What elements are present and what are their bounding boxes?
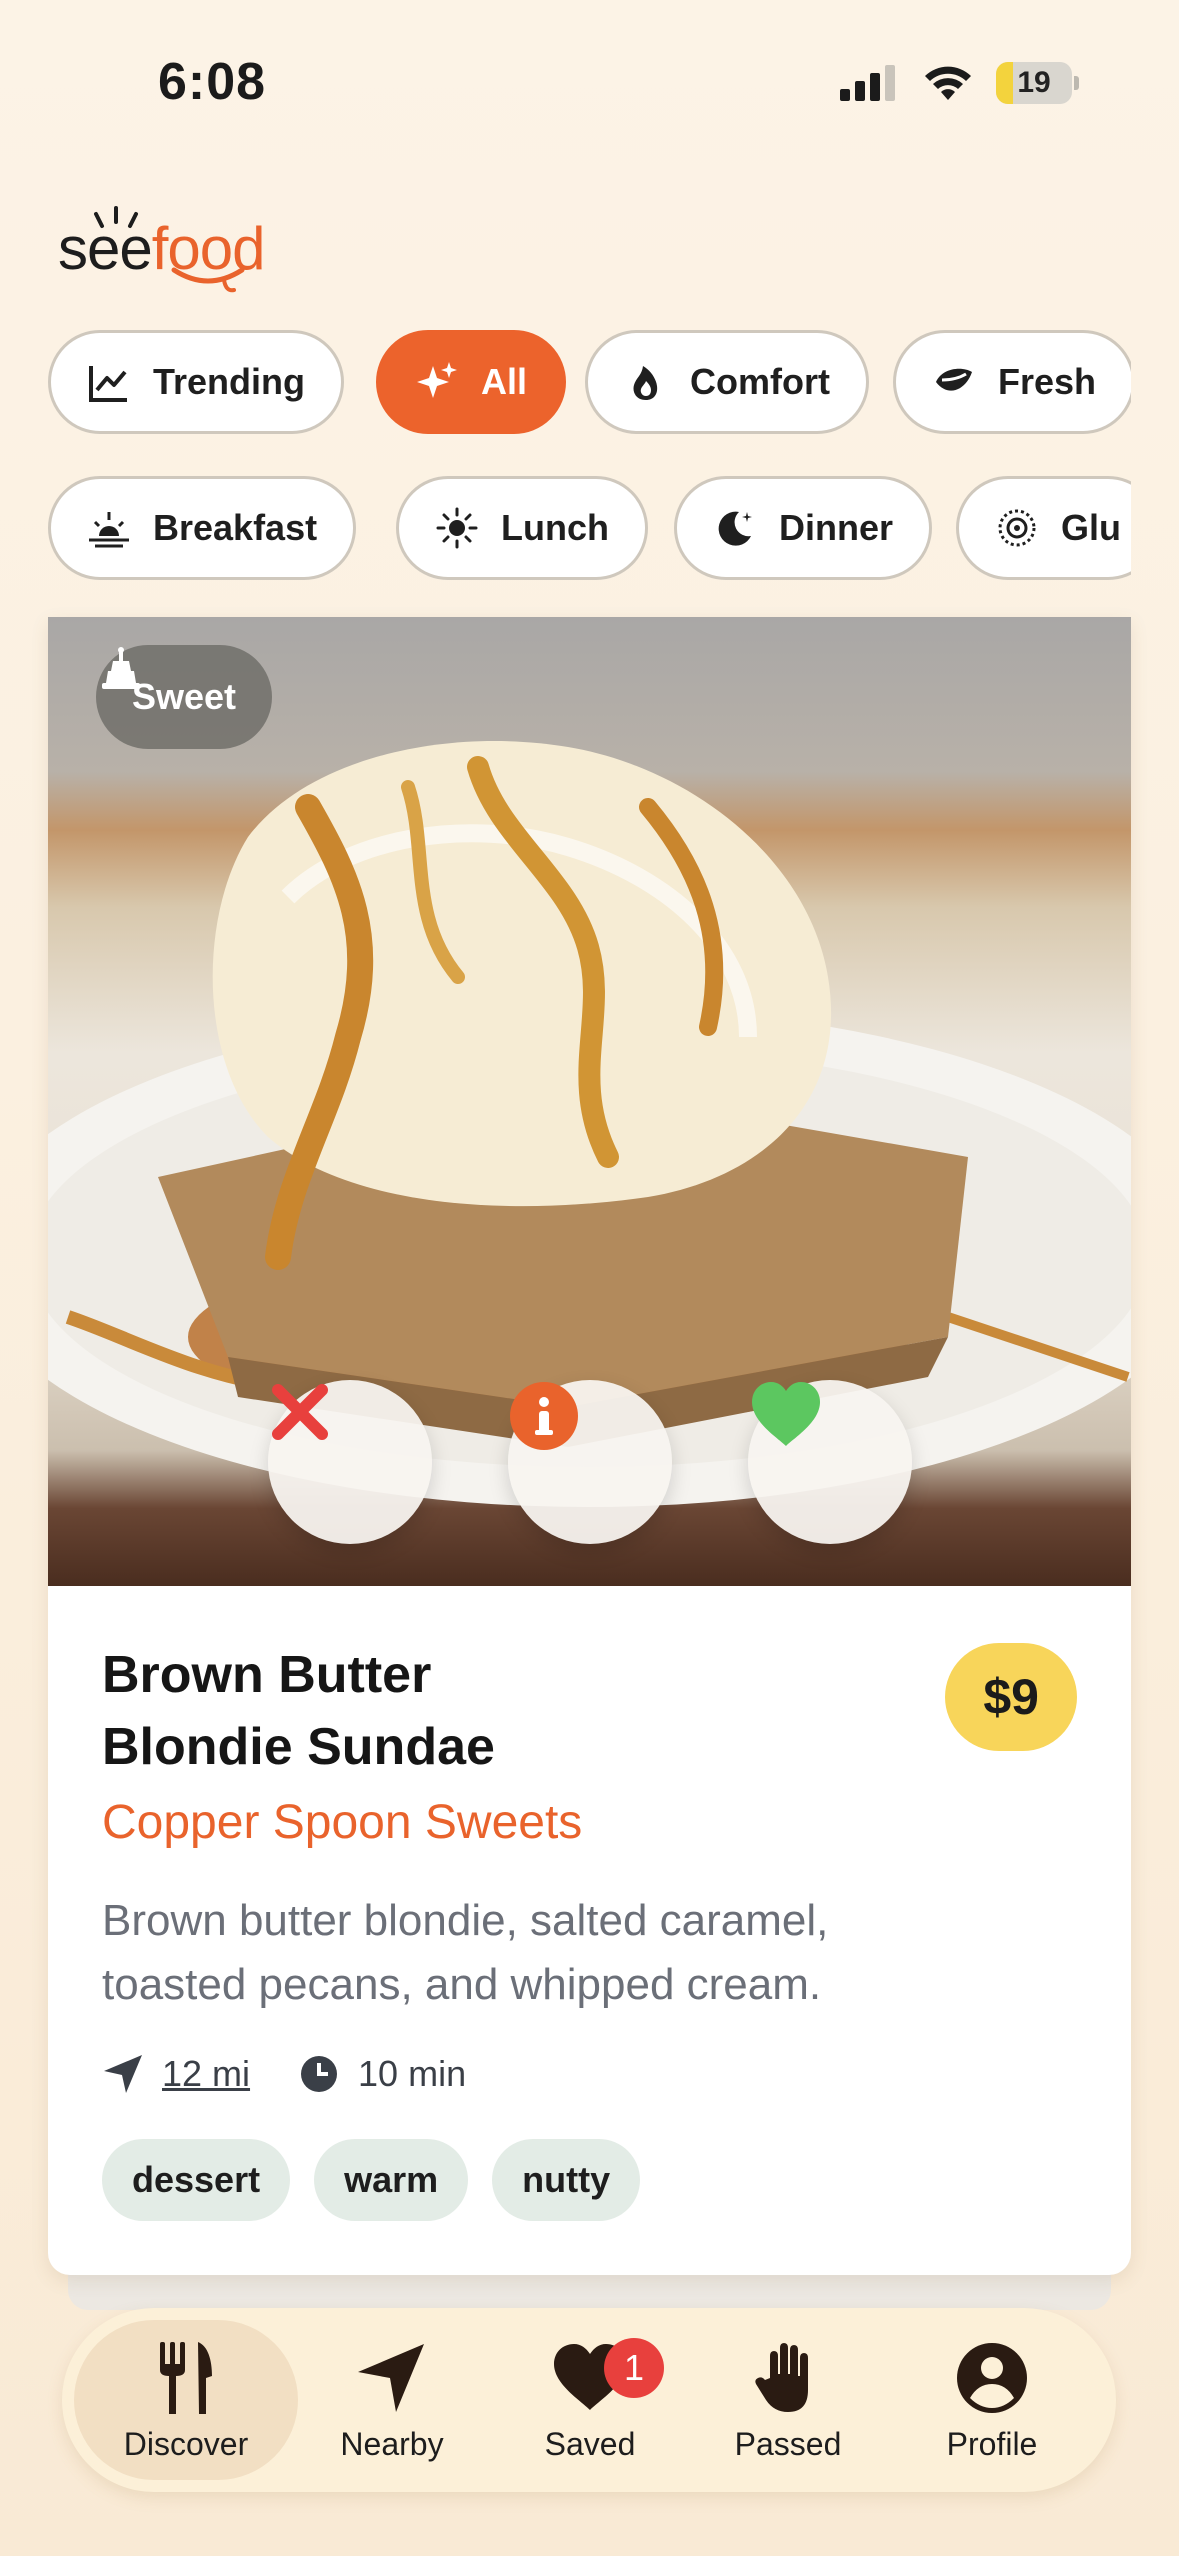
location-arrow-icon	[358, 2343, 424, 2412]
chip-comfort[interactable]: Comfort	[585, 330, 869, 434]
wifi-icon	[925, 66, 971, 100]
location-arrow-icon	[104, 2055, 142, 2093]
dish-tags: dessert warm nutty	[102, 2139, 641, 2221]
category-row-primary: Trending All Comfort Fresh	[0, 328, 1131, 438]
close-icon	[272, 1384, 328, 1440]
chip-label: Lunch	[501, 507, 609, 548]
moon-icon	[718, 511, 752, 546]
bottom-nav: Discover Nearby Saved 1 Passed Profile	[62, 2308, 1116, 2492]
battery-indicator: 19	[996, 62, 1072, 104]
chip-lunch[interactable]: Lunch	[396, 476, 648, 580]
gluten-icon	[998, 509, 1036, 547]
chip-fresh[interactable]: Fresh	[893, 330, 1131, 434]
fork-knife-icon	[160, 2341, 212, 2414]
saved-count-badge: 1	[604, 2338, 664, 2398]
status-bar: 6:08 19	[0, 0, 1179, 150]
tag-chip: warm	[314, 2139, 469, 2221]
tag-chip: nutty	[492, 2139, 641, 2221]
chip-trending[interactable]: Trending	[48, 330, 344, 434]
description-line2: toasted pecans, and whipped cream.	[102, 1960, 822, 2009]
category-badge: Sweet	[96, 645, 273, 749]
status-icons: 19	[840, 62, 1079, 104]
battery-level: 19	[1017, 66, 1051, 99]
tag-chip: dessert	[102, 2139, 291, 2221]
category-badge-label: Sweet	[132, 676, 237, 717]
nav-label: Passed	[734, 2425, 842, 2462]
nav-label: Profile	[946, 2425, 1038, 2462]
nav-discover[interactable]: Discover	[74, 2320, 298, 2480]
nav-label: Discover	[123, 2425, 249, 2462]
sun-icon	[436, 507, 478, 549]
price-badge: $9	[945, 1643, 1077, 1751]
chip-label: Glu	[1061, 507, 1121, 548]
nav-nearby[interactable]: Nearby	[280, 2320, 504, 2480]
leaf-icon	[936, 368, 972, 391]
dish-meta: 12 mi 10 min	[102, 2053, 466, 2095]
logo-see: see	[58, 215, 153, 282]
sparkles-icon	[417, 362, 457, 398]
info-icon	[510, 1382, 578, 1450]
chip-label: Fresh	[998, 361, 1097, 402]
heart-icon	[752, 1382, 820, 1446]
dish-photo: Sweet	[48, 617, 1131, 1586]
logo-smile-icon	[171, 267, 245, 293]
flame-icon	[633, 366, 658, 400]
sunrise-icon	[89, 512, 129, 548]
hand-icon	[755, 2342, 808, 2412]
nav-label: Nearby	[340, 2425, 444, 2462]
like-button[interactable]	[748, 1380, 912, 1544]
chip-label: Dinner	[779, 507, 894, 548]
cake-icon	[102, 647, 140, 689]
category-row-meals: Breakfast Lunch Dinner Glu	[0, 474, 1131, 584]
pass-button[interactable]	[268, 1380, 432, 1544]
clock-icon	[301, 2056, 338, 2092]
chip-label: Comfort	[690, 361, 830, 402]
nav-saved[interactable]: Saved 1	[478, 2320, 702, 2480]
trending-icon	[89, 366, 127, 402]
nav-passed[interactable]: Passed	[676, 2320, 900, 2480]
description-line1: Brown butter blondie, salted caramel,	[102, 1896, 829, 1945]
chip-gluten-free[interactable]: Glu	[956, 476, 1131, 580]
dish-title: Brown Butter Blondie Sundae	[102, 1639, 802, 1783]
distance-link[interactable]: 12 mi	[162, 2053, 250, 2095]
restaurant-name[interactable]: Copper Spoon Sweets	[102, 1795, 582, 1850]
nav-label: Saved	[544, 2425, 636, 2462]
signal-icon	[840, 65, 895, 101]
status-time: 6:08	[158, 53, 267, 111]
dish-description: Brown butter blondie, salted caramel, to…	[102, 1889, 1002, 2017]
nav-profile[interactable]: Profile	[880, 2320, 1104, 2480]
dish-title-line2: Blondie Sundae	[102, 1718, 495, 1776]
prep-time: 10 min	[358, 2053, 467, 2094]
info-button[interactable]	[508, 1380, 672, 1544]
person-icon	[957, 2342, 1027, 2413]
chip-all[interactable]: All	[376, 330, 567, 434]
chip-breakfast[interactable]: Breakfast	[48, 476, 357, 580]
chip-label: Trending	[153, 361, 305, 402]
chip-dinner[interactable]: Dinner	[674, 476, 933, 580]
chip-label: All	[481, 361, 528, 402]
dish-title-line1: Brown Butter	[102, 1646, 432, 1704]
dish-card[interactable]: Sweet Brown Butter Blondie Sundae $9 Cop…	[48, 617, 1131, 2275]
chip-label: Breakfast	[153, 507, 318, 548]
